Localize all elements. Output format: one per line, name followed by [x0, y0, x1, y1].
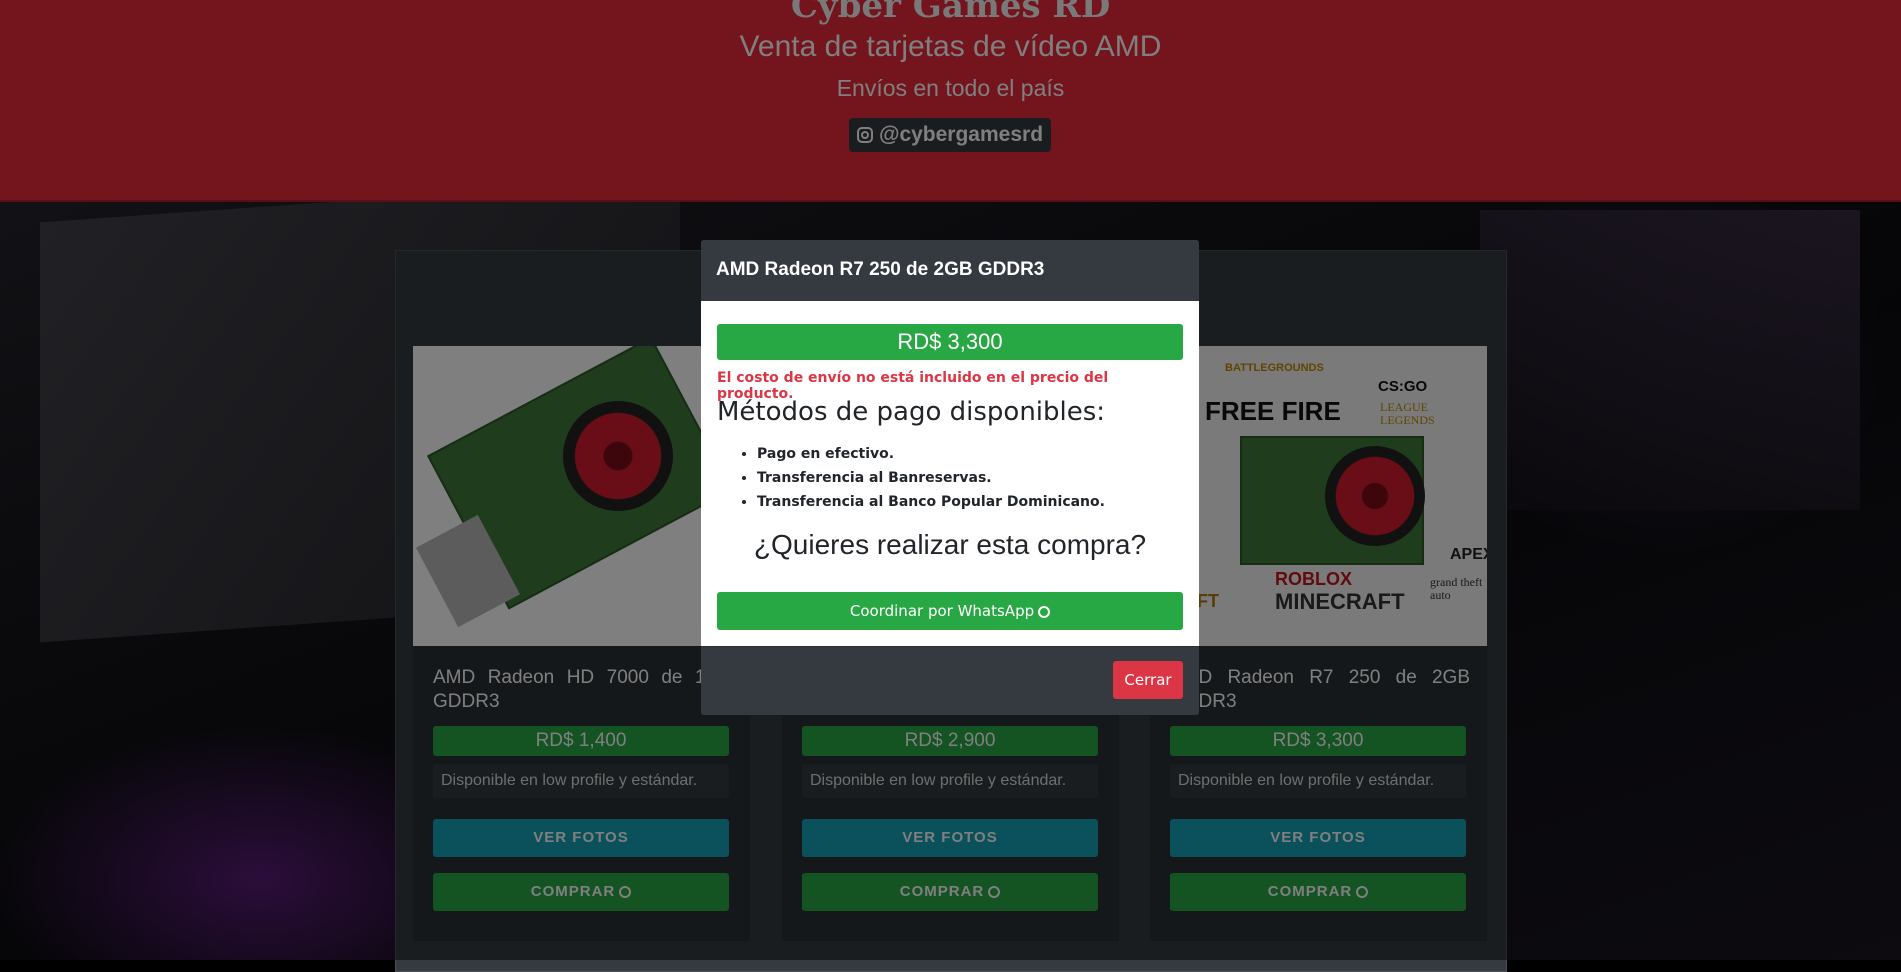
modal-title: AMD Radeon R7 250 de 2GB GDDR3	[716, 259, 1045, 280]
payment-method-item: Pago en efectivo.	[757, 442, 1105, 466]
whatsapp-button-label: Coordinar por WhatsApp	[849, 602, 1035, 620]
modal-price: RD$ 3,300	[717, 324, 1183, 360]
modal-header: AMD Radeon R7 250 de 2GB GDDR3	[701, 240, 1199, 302]
payment-methods-heading: Métodos de pago disponibles:	[717, 397, 1106, 427]
modal-body: RD$ 3,300 El costo de envío no está incl…	[701, 301, 1199, 646]
whatsapp-coordinate-button[interactable]: Coordinar por WhatsApp	[717, 592, 1183, 630]
close-button[interactable]: Cerrar	[1113, 661, 1183, 699]
modal-footer: Cerrar	[701, 646, 1199, 715]
purchase-question: ¿Quieres realizar esta compra?	[753, 529, 1147, 560]
payment-method-item: Transferencia al Banco Popular Dominican…	[757, 490, 1105, 514]
payment-method-item: Transferencia al Banreservas.	[757, 466, 1105, 490]
payment-methods-list: Pago en efectivo. Transferencia al Banre…	[717, 442, 1105, 514]
purchase-modal: AMD Radeon R7 250 de 2GB GDDR3 RD$ 3,300…	[701, 240, 1199, 715]
whatsapp-icon	[1038, 606, 1051, 618]
